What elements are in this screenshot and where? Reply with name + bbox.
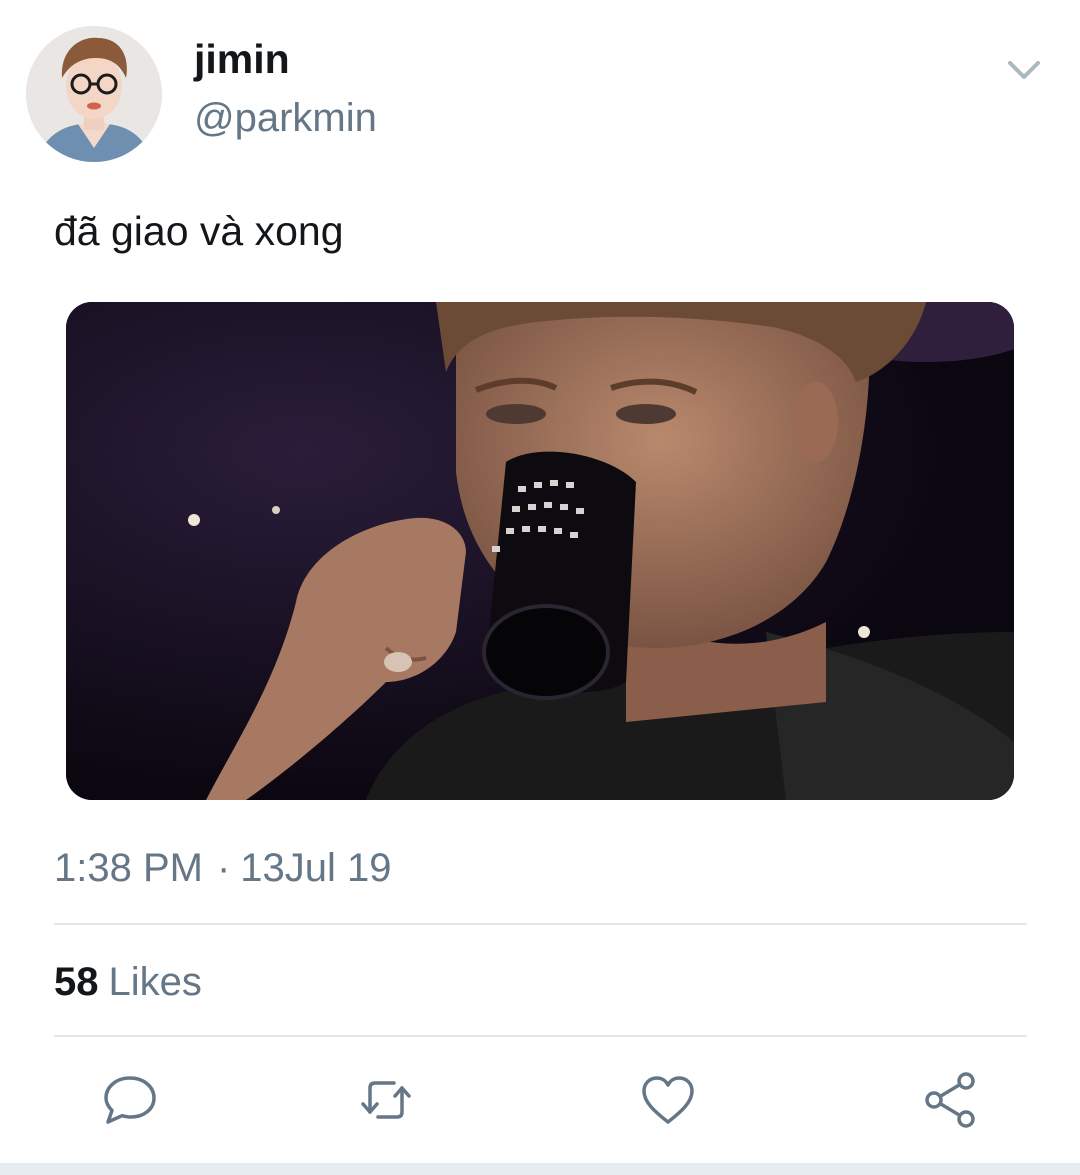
likes-count: 58 [54,960,99,1004]
comment-icon [104,1076,156,1124]
tweet-text: đã giao và xong [54,208,344,254]
author-display-name[interactable]: jimin [194,36,290,83]
tweet-photo[interactable] [66,302,1014,800]
retweet-button[interactable] [356,1070,416,1130]
author-handle[interactable]: @parkmin [194,96,377,141]
share-button[interactable] [920,1070,980,1130]
share-icon [925,1072,975,1128]
reply-button[interactable] [100,1070,160,1130]
divider [54,1035,1027,1037]
likes-label: Likes [108,960,202,1004]
tweet-date: 13Jul 19 [240,846,392,890]
chevron-down-icon[interactable] [1000,50,1048,88]
timestamp-separator: · [216,846,231,890]
divider [54,923,1027,925]
retweet-icon [361,1081,411,1119]
tweet-time: 1:38 PM [54,846,203,890]
like-button[interactable] [638,1070,698,1130]
likes-summary[interactable]: 58 Likes [54,960,202,1005]
heart-icon [642,1076,694,1124]
author-avatar[interactable] [26,26,162,162]
bottom-separator [0,1163,1080,1175]
tweet-timestamp[interactable]: 1:38 PM · 13Jul 19 [54,846,392,891]
